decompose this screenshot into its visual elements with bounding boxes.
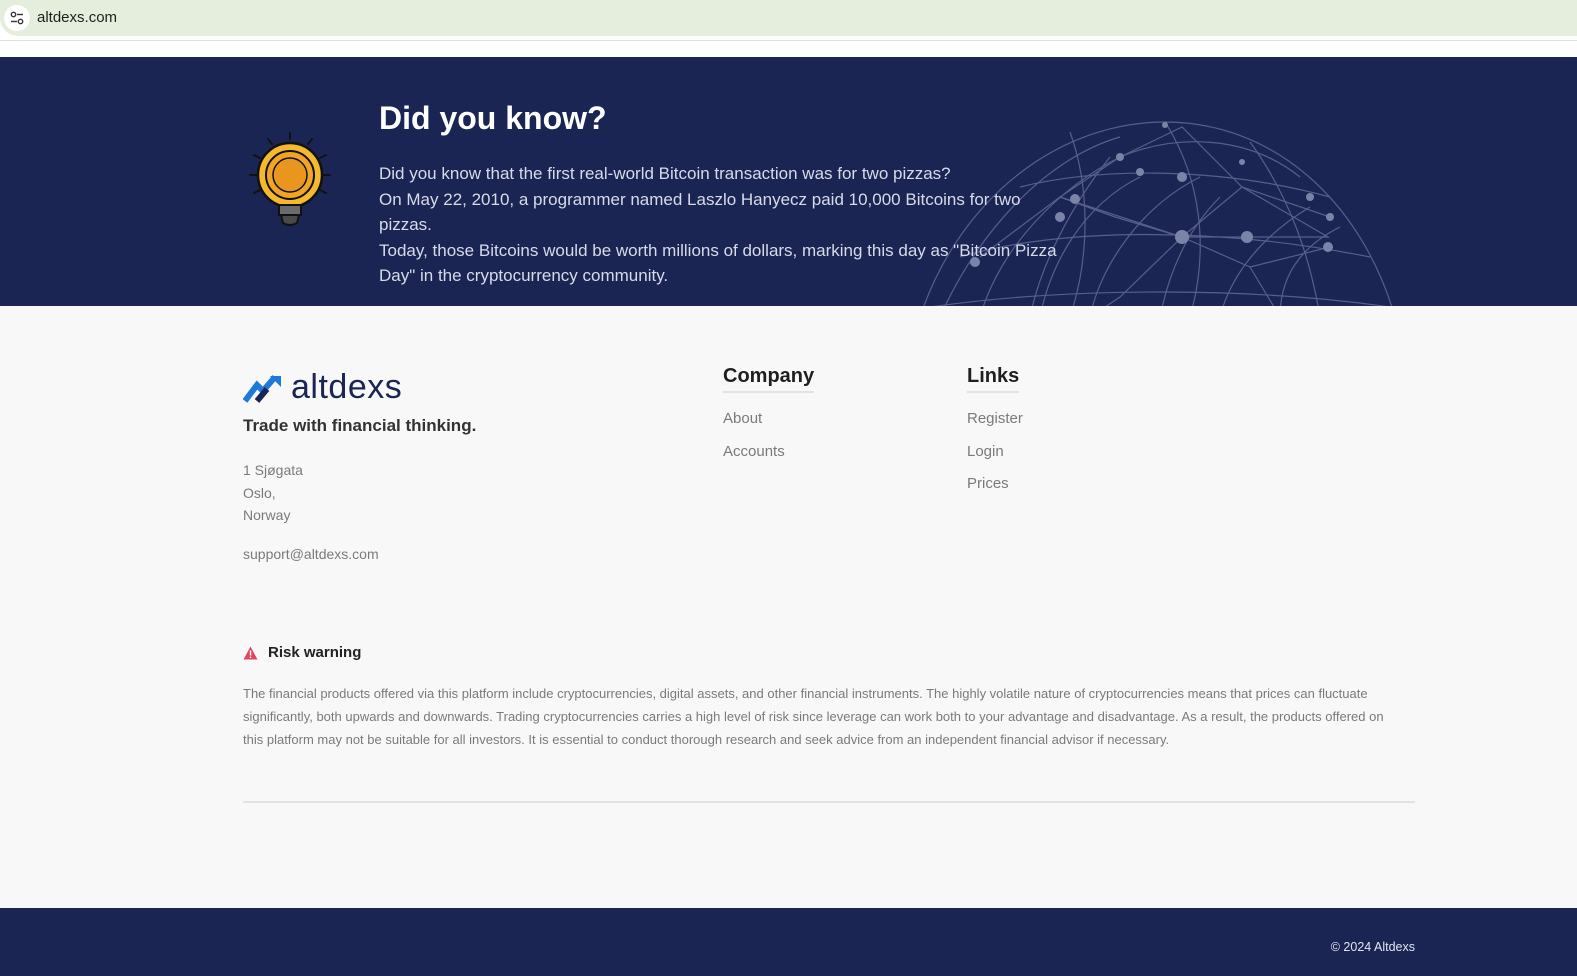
footer-link-register[interactable]: Register <box>967 410 1023 443</box>
tagline: Trade with financial thinking. <box>243 416 477 435</box>
links-heading: Links <box>967 365 1020 393</box>
risk-warning-text: The financial products offered via this … <box>243 686 1384 747</box>
footer-link-login[interactable]: Login <box>967 443 1023 476</box>
banner-text: Did you know that the first real-world B… <box>379 161 1059 289</box>
address-line: Oslo, <box>243 484 276 501</box>
lightbulb-coin-icon <box>249 132 331 226</box>
footer-divider <box>243 801 1415 803</box>
footer-bottom-bar: © 2024 Altdexs <box>0 908 1577 976</box>
footer-link-about[interactable]: About <box>723 410 814 443</box>
omnibox[interactable]: altdexs.com <box>0 0 1577 36</box>
warning-icon <box>243 646 258 659</box>
brand-name: altdexs <box>291 368 403 406</box>
did-you-know-banner: Did you know? Did you know that the firs… <box>0 57 1577 306</box>
address: 1 Sjøgata Oslo, Norway <box>243 459 303 527</box>
footer-link-prices[interactable]: Prices <box>967 475 1023 508</box>
site-footer: altdexs Trade with financial thinking. 1… <box>0 306 1577 908</box>
company-heading: Company <box>723 365 815 393</box>
brand-logo[interactable]: altdexs <box>243 368 402 407</box>
banner-line: On May 22, 2010, a programmer named Lasz… <box>379 189 1021 235</box>
address-line: 1 Sjøgata <box>243 462 303 478</box>
tune-icon[interactable] <box>4 5 30 31</box>
altdexs-logo-icon <box>243 374 281 403</box>
banner-line: Today, those Bitcoins would be worth mil… <box>379 240 1057 286</box>
banner-title: Did you know? <box>379 100 607 136</box>
url-text[interactable]: altdexs.com <box>37 9 117 26</box>
browser-separator <box>0 40 1577 57</box>
links-column: Links Register Login Prices <box>967 365 1023 508</box>
company-column: Company About Accounts <box>723 365 815 476</box>
risk-warning-title: Risk warning <box>268 644 362 661</box>
support-email-link[interactable]: support@altdexs.com <box>243 546 379 562</box>
address-line: Norway <box>243 507 291 523</box>
browser-address-bar: altdexs.com <box>0 0 1577 40</box>
risk-warning-header: Risk warning <box>243 644 361 661</box>
footer-link-accounts[interactable]: Accounts <box>723 443 814 476</box>
copyright: © 2024 Altdexs <box>1330 940 1415 954</box>
banner-line: Did you know that the first real-world B… <box>379 164 951 183</box>
